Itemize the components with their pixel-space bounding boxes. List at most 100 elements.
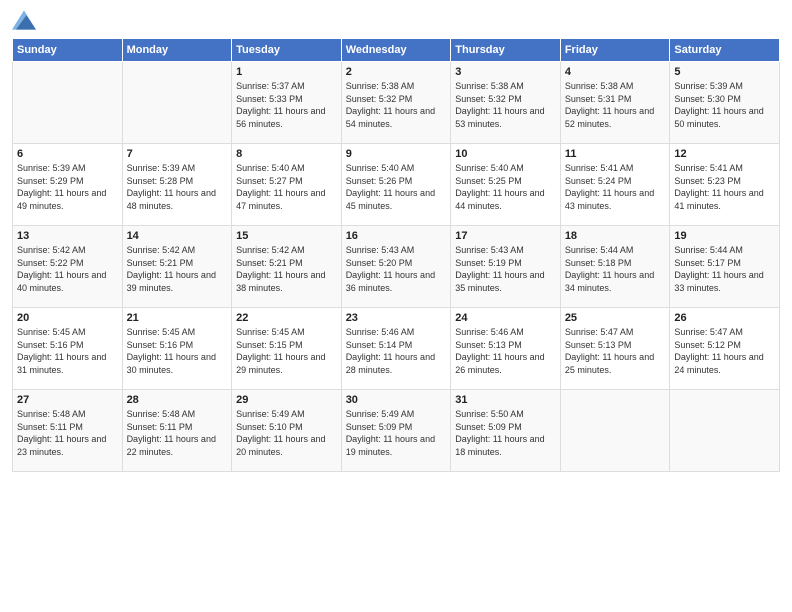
calendar-cell: 9 Sunrise: 5:40 AM Sunset: 5:26 PM Daylig… xyxy=(341,144,451,226)
day-number: 12 xyxy=(674,148,775,160)
day-number: 24 xyxy=(455,312,556,324)
day-info: Sunrise: 5:47 AM Sunset: 5:12 PM Dayligh… xyxy=(674,326,775,376)
day-number: 28 xyxy=(127,394,228,406)
day-number: 21 xyxy=(127,312,228,324)
day-number: 25 xyxy=(565,312,666,324)
day-info: Sunrise: 5:40 AM Sunset: 5:26 PM Dayligh… xyxy=(346,162,447,212)
header-sunday: Sunday xyxy=(13,39,123,62)
day-number: 31 xyxy=(455,394,556,406)
calendar-cell: 5Sunrise: 5:39 AM Sunset: 5:30 PM Daylig… xyxy=(670,62,780,144)
day-info: Sunrise: 5:42 AM Sunset: 5:21 PM Dayligh… xyxy=(236,244,337,294)
day-info: Sunrise: 5:45 AM Sunset: 5:15 PM Dayligh… xyxy=(236,326,337,376)
calendar-cell: 12 Sunrise: 5:41 AM Sunset: 5:23 PM Dayli… xyxy=(670,144,780,226)
day-info: Sunrise: 5:44 AM Sunset: 5:18 PM Dayligh… xyxy=(565,244,666,294)
day-info: Sunrise: 5:42 AM Sunset: 5:22 PM Dayligh… xyxy=(17,244,118,294)
day-info: Sunrise: 5:43 AM Sunset: 5:19 PM Dayligh… xyxy=(455,244,556,294)
logo-icon xyxy=(12,10,36,30)
day-info: Sunrise: 5:50 AM Sunset: 5:09 PM Dayligh… xyxy=(455,408,556,458)
day-number: 18 xyxy=(565,230,666,242)
calendar-cell: 14 Sunrise: 5:42 AM Sunset: 5:21 PM Dayli… xyxy=(122,226,232,308)
day-info: Sunrise: 5:39 AM Sunset: 5:29 PM Dayligh… xyxy=(17,162,118,212)
day-info: Sunrise: 5:39 AM Sunset: 5:28 PM Dayligh… xyxy=(127,162,228,212)
calendar-cell: 10 Sunrise: 5:40 AM Sunset: 5:25 PM Dayli… xyxy=(451,144,561,226)
header-tuesday: Tuesday xyxy=(232,39,342,62)
calendar-cell: 7 Sunrise: 5:39 AM Sunset: 5:28 PM Daylig… xyxy=(122,144,232,226)
calendar-cell xyxy=(670,390,780,472)
calendar-cell: 11 Sunrise: 5:41 AM Sunset: 5:24 PM Dayli… xyxy=(560,144,670,226)
day-info: Sunrise: 5:38 AM Sunset: 5:32 PM Dayligh… xyxy=(346,80,447,130)
day-info: Sunrise: 5:42 AM Sunset: 5:21 PM Dayligh… xyxy=(127,244,228,294)
day-info: Sunrise: 5:41 AM Sunset: 5:24 PM Dayligh… xyxy=(565,162,666,212)
calendar-cell: 17Sunrise: 5:43 AM Sunset: 5:19 PM Dayli… xyxy=(451,226,561,308)
calendar-cell: 2 Sunrise: 5:38 AM Sunset: 5:32 PM Daylig… xyxy=(341,62,451,144)
calendar-cell xyxy=(560,390,670,472)
calendar-cell: 25 Sunrise: 5:47 AM Sunset: 5:13 PM Dayli… xyxy=(560,308,670,390)
calendar-cell: 4 Sunrise: 5:38 AM Sunset: 5:31 PM Daylig… xyxy=(560,62,670,144)
week-row-4: 20 Sunrise: 5:45 AM Sunset: 5:16 PM Dayli… xyxy=(13,308,780,390)
day-number: 4 xyxy=(565,66,666,78)
calendar-cell: 22 Sunrise: 5:45 AM Sunset: 5:15 PM Dayli… xyxy=(232,308,342,390)
day-number: 15 xyxy=(236,230,337,242)
day-number: 30 xyxy=(346,394,447,406)
day-info: Sunrise: 5:38 AM Sunset: 5:31 PM Dayligh… xyxy=(565,80,666,130)
calendar-cell: 21Sunrise: 5:45 AM Sunset: 5:16 PM Dayli… xyxy=(122,308,232,390)
day-info: Sunrise: 5:45 AM Sunset: 5:16 PM Dayligh… xyxy=(17,326,118,376)
calendar-cell: 13 Sunrise: 5:42 AM Sunset: 5:22 PM Dayli… xyxy=(13,226,123,308)
week-row-3: 13 Sunrise: 5:42 AM Sunset: 5:22 PM Dayli… xyxy=(13,226,780,308)
calendar-cell: 19 Sunrise: 5:44 AM Sunset: 5:17 PM Dayli… xyxy=(670,226,780,308)
calendar-cell: 30 Sunrise: 5:49 AM Sunset: 5:09 PM Dayli… xyxy=(341,390,451,472)
day-info: Sunrise: 5:48 AM Sunset: 5:11 PM Dayligh… xyxy=(17,408,118,458)
day-number: 8 xyxy=(236,148,337,160)
calendar-cell: 15 Sunrise: 5:42 AM Sunset: 5:21 PM Dayli… xyxy=(232,226,342,308)
day-info: Sunrise: 5:40 AM Sunset: 5:25 PM Dayligh… xyxy=(455,162,556,212)
page: SundayMondayTuesdayWednesdayThursdayFrid… xyxy=(0,0,792,612)
calendar-cell: 20 Sunrise: 5:45 AM Sunset: 5:16 PM Dayli… xyxy=(13,308,123,390)
calendar-cell: 23 Sunrise: 5:46 AM Sunset: 5:14 PM Dayli… xyxy=(341,308,451,390)
day-info: Sunrise: 5:49 AM Sunset: 5:10 PM Dayligh… xyxy=(236,408,337,458)
day-number: 13 xyxy=(17,230,118,242)
calendar-cell: 3 Sunrise: 5:38 AM Sunset: 5:32 PM Daylig… xyxy=(451,62,561,144)
calendar-cell: 27 Sunrise: 5:48 AM Sunset: 5:11 PM Dayli… xyxy=(13,390,123,472)
calendar-cell: 31 Sunrise: 5:50 AM Sunset: 5:09 PM Dayli… xyxy=(451,390,561,472)
day-number: 20 xyxy=(17,312,118,324)
day-number: 23 xyxy=(346,312,447,324)
calendar-cell: 24Sunrise: 5:46 AM Sunset: 5:13 PM Dayli… xyxy=(451,308,561,390)
day-number: 22 xyxy=(236,312,337,324)
day-number: 5 xyxy=(674,66,775,78)
day-info: Sunrise: 5:38 AM Sunset: 5:32 PM Dayligh… xyxy=(455,80,556,130)
day-number: 2 xyxy=(346,66,447,78)
calendar-cell: 18 Sunrise: 5:44 AM Sunset: 5:18 PM Dayli… xyxy=(560,226,670,308)
day-info: Sunrise: 5:37 AM Sunset: 5:33 PM Dayligh… xyxy=(236,80,337,130)
day-info: Sunrise: 5:47 AM Sunset: 5:13 PM Dayligh… xyxy=(565,326,666,376)
day-number: 7 xyxy=(127,148,228,160)
day-number: 19 xyxy=(674,230,775,242)
header-friday: Friday xyxy=(560,39,670,62)
day-info: Sunrise: 5:44 AM Sunset: 5:17 PM Dayligh… xyxy=(674,244,775,294)
day-number: 6 xyxy=(17,148,118,160)
day-number: 10 xyxy=(455,148,556,160)
day-info: Sunrise: 5:46 AM Sunset: 5:14 PM Dayligh… xyxy=(346,326,447,376)
header-wednesday: Wednesday xyxy=(341,39,451,62)
day-number: 14 xyxy=(127,230,228,242)
day-number: 29 xyxy=(236,394,337,406)
week-row-5: 27 Sunrise: 5:48 AM Sunset: 5:11 PM Dayli… xyxy=(13,390,780,472)
header-thursday: Thursday xyxy=(451,39,561,62)
calendar-cell: 29 Sunrise: 5:49 AM Sunset: 5:10 PM Dayli… xyxy=(232,390,342,472)
day-number: 11 xyxy=(565,148,666,160)
day-info: Sunrise: 5:43 AM Sunset: 5:20 PM Dayligh… xyxy=(346,244,447,294)
day-number: 16 xyxy=(346,230,447,242)
calendar-cell: 8Sunrise: 5:40 AM Sunset: 5:27 PM Daylig… xyxy=(232,144,342,226)
week-row-1: 1Sunrise: 5:37 AM Sunset: 5:33 PM Daylig… xyxy=(13,62,780,144)
day-number: 9 xyxy=(346,148,447,160)
day-number: 3 xyxy=(455,66,556,78)
day-info: Sunrise: 5:49 AM Sunset: 5:09 PM Dayligh… xyxy=(346,408,447,458)
calendar-table: SundayMondayTuesdayWednesdayThursdayFrid… xyxy=(12,38,780,472)
calendar-cell: 1Sunrise: 5:37 AM Sunset: 5:33 PM Daylig… xyxy=(232,62,342,144)
day-info: Sunrise: 5:48 AM Sunset: 5:11 PM Dayligh… xyxy=(127,408,228,458)
day-number: 27 xyxy=(17,394,118,406)
day-number: 26 xyxy=(674,312,775,324)
day-info: Sunrise: 5:41 AM Sunset: 5:23 PM Dayligh… xyxy=(674,162,775,212)
calendar-cell: 28 Sunrise: 5:48 AM Sunset: 5:11 PM Dayli… xyxy=(122,390,232,472)
calendar-cell: 16 Sunrise: 5:43 AM Sunset: 5:20 PM Dayli… xyxy=(341,226,451,308)
header xyxy=(12,10,780,30)
